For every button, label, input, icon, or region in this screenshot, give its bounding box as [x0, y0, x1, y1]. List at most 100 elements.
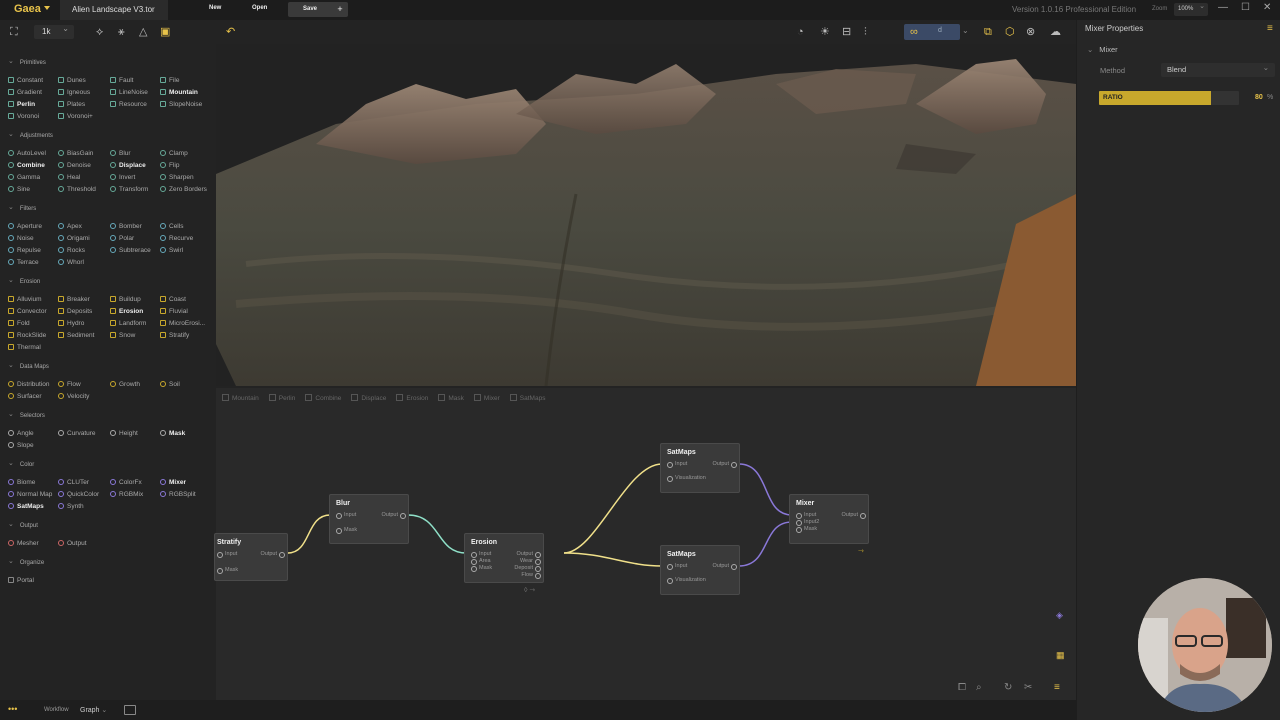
chart-icon[interactable]: ⊟ [842, 26, 851, 38]
library-item-plates[interactable]: Plates [58, 101, 85, 108]
library-item-slope[interactable]: Slope [8, 442, 34, 449]
library-item-whorl[interactable]: Whorl [58, 259, 84, 266]
dial-icon[interactable]: ◔ [797, 26, 804, 38]
terrain-viewport[interactable] [216, 44, 1076, 386]
library-item-buildup[interactable]: Buildup [110, 296, 141, 303]
library-item-mixer[interactable]: Mixer [160, 479, 186, 486]
input-port[interactable]: Input [666, 563, 687, 570]
library-item-zero-borders[interactable]: Zero Borders [160, 186, 207, 193]
node-graph[interactable]: Mountain Perlin Combine Displace Erosion Mask… [214, 388, 1076, 700]
visualization-port[interactable]: Visualization [667, 577, 706, 584]
library-item-dunes[interactable]: Dunes [58, 77, 86, 84]
library-item-landform[interactable]: Landform [110, 320, 146, 327]
library-item-microerosi-[interactable]: MicroErosi... [160, 320, 205, 327]
output-port[interactable]: Output [712, 461, 737, 468]
app-menu-caret-icon[interactable] [44, 6, 50, 10]
library-item-coast[interactable]: Coast [160, 296, 186, 303]
graph-frame-icon[interactable]: ⧠ [958, 682, 966, 693]
library-item-autolevel[interactable]: AutoLevel [8, 150, 46, 157]
visualization-port[interactable]: Visualization [667, 475, 706, 482]
library-item-noise[interactable]: Noise [8, 235, 34, 242]
node-export-icon[interactable]: ⇾ [858, 547, 864, 555]
flow-port[interactable]: Flow [521, 572, 541, 579]
library-item-erosion[interactable]: Erosion [110, 308, 143, 315]
library-item-combine[interactable]: Combine [8, 162, 45, 169]
library-item-cells[interactable]: Cells [160, 223, 183, 230]
library-item-thermal[interactable]: Thermal [8, 344, 41, 351]
library-item-surfacer[interactable]: Surfacer [8, 393, 42, 400]
library-item-alluvium[interactable]: Alluvium [8, 296, 42, 303]
output-port[interactable]: Output [260, 551, 285, 558]
library-item-sine[interactable]: Sine [8, 186, 30, 193]
node-blur[interactable]: Blur Input Mask Output [329, 494, 409, 544]
library-item-mask[interactable]: Mask [160, 430, 185, 437]
library-item-portal[interactable]: Portal [8, 577, 34, 584]
library-item-slopenoise[interactable]: SlopeNoise [160, 101, 202, 108]
category-organize[interactable]: Organize [8, 558, 44, 566]
area-port[interactable]: Area [471, 558, 491, 565]
library-item-convector[interactable]: Convector [8, 308, 47, 315]
library-item-biome[interactable]: Biome [8, 479, 35, 486]
view-mode-dropdown-icon[interactable]: ⌄ [962, 25, 969, 37]
terrain-icon[interactable]: △ [139, 26, 147, 38]
node-satmaps-bottom[interactable]: SatMaps Input Visualization Output [660, 545, 740, 595]
output-port[interactable]: Output [381, 512, 406, 519]
node-satmaps-top[interactable]: SatMaps Input Visualization Output [660, 443, 740, 493]
symmetry-icon[interactable]: ⟡ [96, 26, 103, 38]
library-item-subtrerace[interactable]: Subtrerace [110, 247, 151, 254]
library-item-apex[interactable]: Apex [58, 223, 82, 230]
category-erosion[interactable]: Erosion [8, 277, 40, 285]
library-item-growth[interactable]: Growth [110, 381, 140, 388]
library-item-sediment[interactable]: Sediment [58, 332, 94, 339]
sun-icon[interactable]: ☀ [820, 26, 830, 38]
library-item-blur[interactable]: Blur [110, 150, 131, 157]
graph-refresh-icon[interactable]: ↻ [1004, 682, 1012, 693]
library-item-velocity[interactable]: Velocity [58, 393, 89, 400]
category-data-maps[interactable]: Data Maps [8, 362, 49, 370]
library-item-recurve[interactable]: Recurve [160, 235, 193, 242]
deposit-port[interactable]: Deposit [514, 565, 541, 572]
category-selectors[interactable]: Selectors [8, 411, 45, 419]
library-item-fluvial[interactable]: Fluvial [160, 308, 188, 315]
mixer-section-header[interactable]: Mixer [1087, 45, 1117, 54]
output-port[interactable]: Output [516, 551, 541, 558]
library-item-flow[interactable]: Flow [58, 381, 81, 388]
library-item-rgbsplit[interactable]: RGBSplit [160, 491, 196, 498]
input-port[interactable]: Input [335, 512, 356, 519]
category-adjustments[interactable]: Adjustments [8, 131, 53, 139]
library-item-invert[interactable]: Invert [110, 174, 135, 181]
input-port[interactable]: Input [666, 461, 687, 468]
library-item-voronoi-[interactable]: Voronoi+ [58, 113, 93, 120]
cube-icon[interactable]: ⬡ [1005, 26, 1015, 38]
library-item-repulse[interactable]: Repulse [8, 247, 41, 254]
library-item-linenoise[interactable]: LineNoise [110, 89, 148, 96]
library-item-sharpen[interactable]: Sharpen [160, 174, 194, 181]
library-item-displace[interactable]: Displace [110, 162, 146, 169]
wear-port[interactable]: Wear [520, 558, 542, 565]
node-options-icon[interactable]: ◊ ⇾ [524, 586, 535, 594]
mask-port[interactable]: Mask [335, 527, 357, 534]
mask-port[interactable]: Mask [216, 567, 238, 574]
node-stratify[interactable]: Stratify Input Mask Output [214, 533, 288, 581]
library-item-transform[interactable]: Transform [110, 186, 148, 193]
library-item-biasgain[interactable]: BiasGain [58, 150, 93, 157]
view-mode-button[interactable]: ∞ d [904, 24, 960, 40]
method-select[interactable]: Blend [1161, 63, 1275, 77]
node-erosion[interactable]: Erosion Input Area Mask Output Wear Depo… [464, 533, 544, 583]
input2-port[interactable]: Input2 [795, 519, 819, 526]
open-button[interactable]: Open [252, 5, 267, 11]
output-port[interactable]: Output [841, 512, 866, 519]
library-item-output[interactable]: Output [58, 540, 87, 547]
minimize-icon[interactable]: — [1218, 2, 1228, 13]
library-item-file[interactable]: File [160, 77, 179, 84]
close-circle-icon[interactable]: ⊗ [1026, 26, 1035, 38]
library-item-perlin[interactable]: Perlin [8, 101, 35, 108]
library-item-terrace[interactable]: Terrace [8, 259, 39, 266]
category-output[interactable]: Output [8, 521, 38, 529]
library-item-aperture[interactable]: Aperture [8, 223, 42, 230]
viewport-icon[interactable]: ▣ [160, 26, 170, 38]
maximize-icon[interactable]: ☐ [1241, 2, 1250, 13]
output-port[interactable]: Output [712, 563, 737, 570]
ratio-value[interactable]: 80 [1255, 94, 1263, 101]
app-logo[interactable]: Gaea [14, 3, 41, 15]
